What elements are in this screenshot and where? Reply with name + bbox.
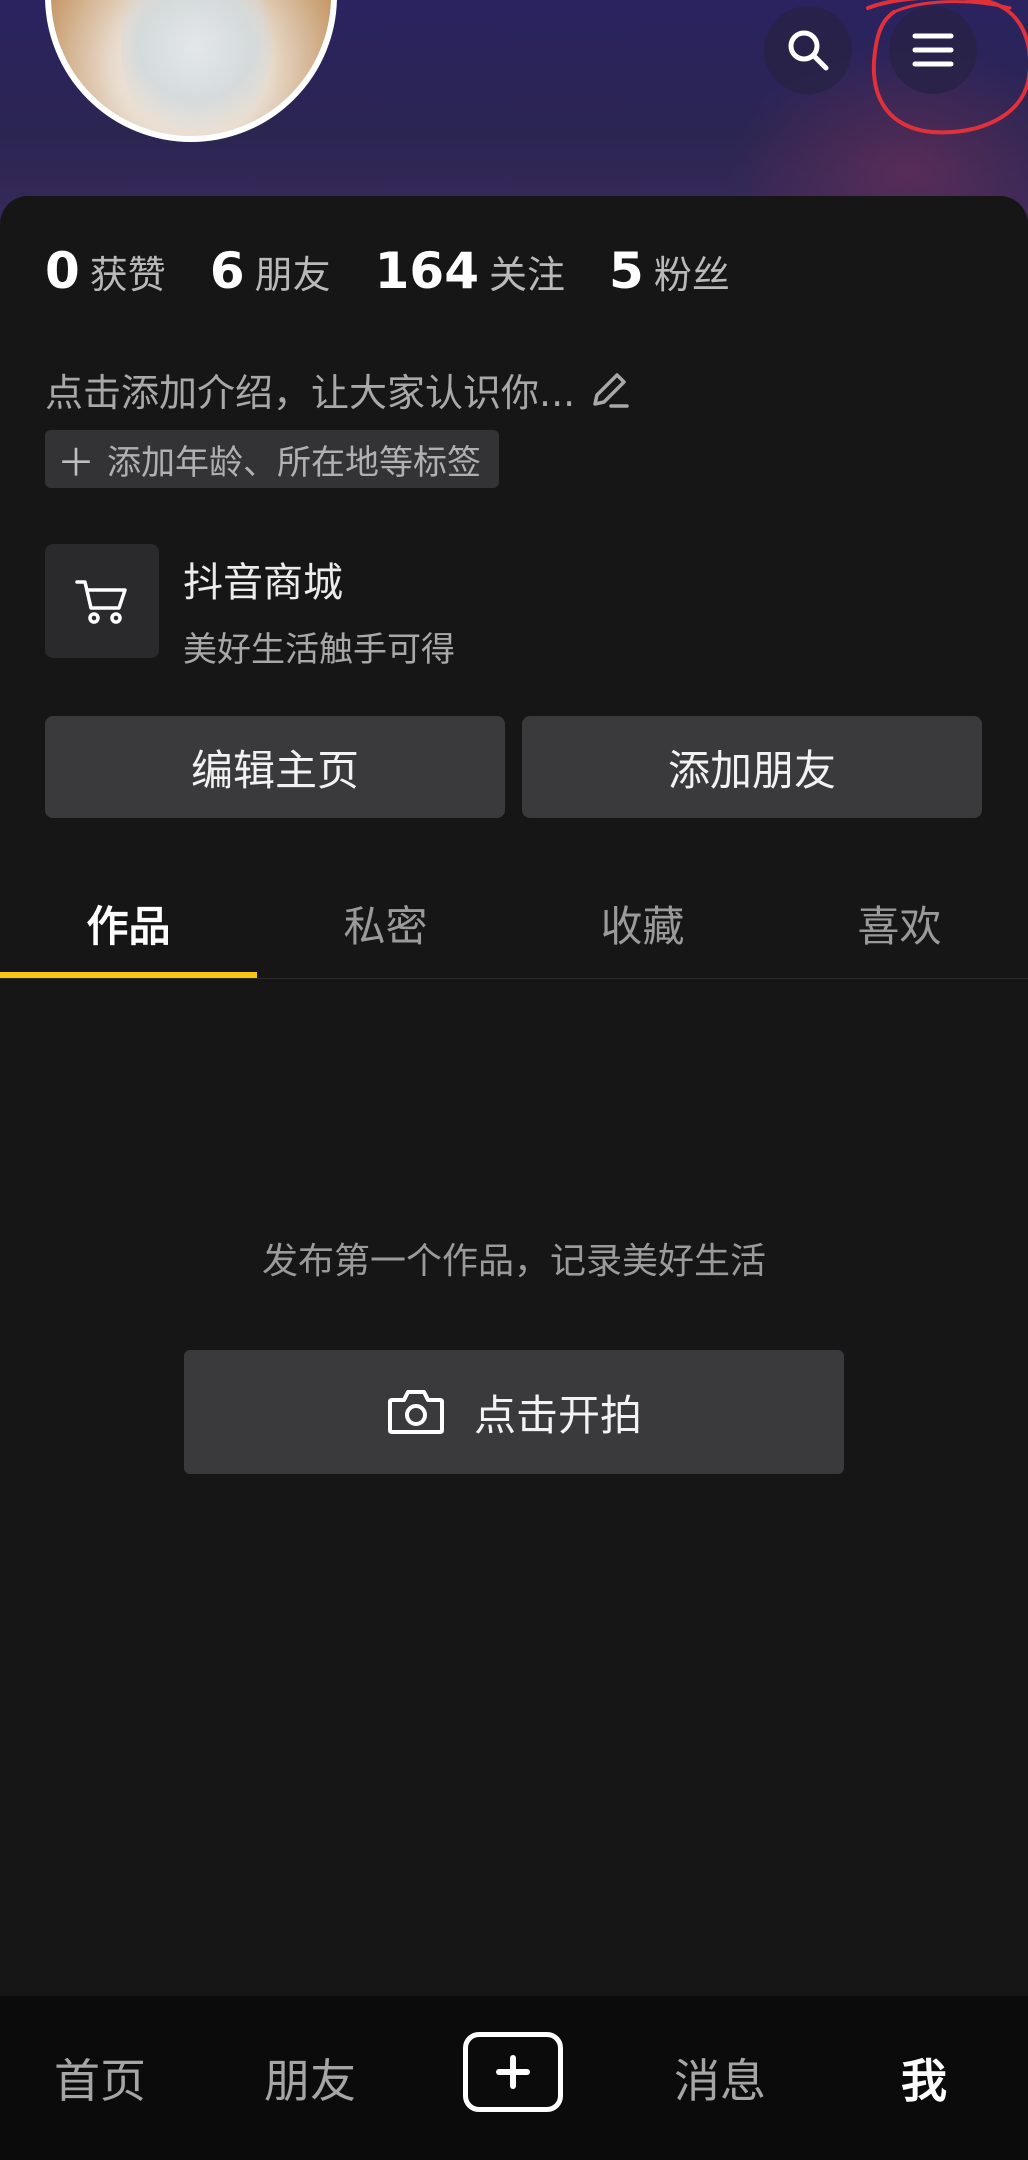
tab-favorites[interactable]: 收藏 [514, 868, 771, 978]
edit-profile-button[interactable]: 编辑主页 [45, 716, 505, 818]
stat-friends[interactable]: 6 朋友 [210, 242, 331, 300]
search-button[interactable] [764, 6, 852, 94]
stat-label: 朋友 [254, 253, 331, 297]
stat-followers[interactable]: 5 粉丝 [609, 242, 730, 300]
bottom-nav: 首页 朋友 消息 我 [0, 1996, 1028, 2160]
shop-icon-box [45, 544, 159, 658]
menu-button[interactable] [889, 6, 977, 94]
empty-state-message: 发布第一个作品，记录美好生活 [261, 1241, 766, 1282]
cart-icon [75, 580, 127, 624]
menu-icon [912, 33, 954, 67]
nav-home[interactable]: 首页 [40, 1996, 160, 2160]
start-shooting-label: 点击开拍 [473, 1390, 642, 1440]
stat-following[interactable]: 164 关注 [375, 242, 565, 300]
stat-number: 5 [609, 242, 644, 300]
pencil-icon [593, 372, 629, 408]
create-button[interactable] [463, 2032, 563, 2112]
shop-title: 抖音商城 [183, 560, 343, 606]
bio-text: 点击添加介绍，让大家认识你... [45, 371, 576, 415]
stat-label: 粉丝 [653, 253, 730, 297]
shop-text: 抖音商城 美好生活触手可得 [183, 544, 455, 671]
nav-friends[interactable]: 朋友 [250, 1996, 370, 2160]
tab-private[interactable]: 私密 [257, 868, 514, 978]
stat-number: 164 [374, 242, 479, 300]
content-tabs: 作品 私密 收藏 喜欢 [0, 868, 1028, 979]
shop-entry[interactable]: 抖音商城 美好生活触手可得 [45, 544, 455, 671]
bio-placeholder[interactable]: 点击添加介绍，让大家认识你... [45, 362, 631, 417]
stat-label: 关注 [489, 253, 566, 297]
stats-row: 0 获赞 6 朋友 164 关注 5 粉丝 [45, 242, 774, 300]
nav-messages[interactable]: 消息 [660, 1996, 780, 2160]
add-friend-button[interactable]: 添加朋友 [522, 716, 982, 818]
stat-number: 0 [45, 242, 80, 300]
tag-chip-label: 添加年龄、所在地等标签 [107, 442, 482, 483]
stat-label: 获赞 [89, 253, 166, 297]
stat-likes[interactable]: 0 获赞 [45, 242, 166, 300]
tab-works[interactable]: 作品 [0, 868, 257, 978]
shop-subtitle: 美好生活触手可得 [183, 630, 455, 670]
plus-icon [496, 2055, 530, 2089]
active-tab-indicator [0, 972, 257, 978]
stat-number: 6 [209, 242, 245, 300]
nav-me[interactable]: 我 [874, 1996, 974, 2160]
plus-icon: ＋ [57, 440, 96, 485]
add-tags-chip[interactable]: ＋ 添加年龄、所在地等标签 [45, 430, 500, 488]
start-shooting-button[interactable]: 点击开拍 [184, 1350, 844, 1474]
camera-icon [387, 1390, 444, 1434]
tab-likes[interactable]: 喜欢 [771, 868, 1028, 978]
search-icon [788, 30, 829, 71]
